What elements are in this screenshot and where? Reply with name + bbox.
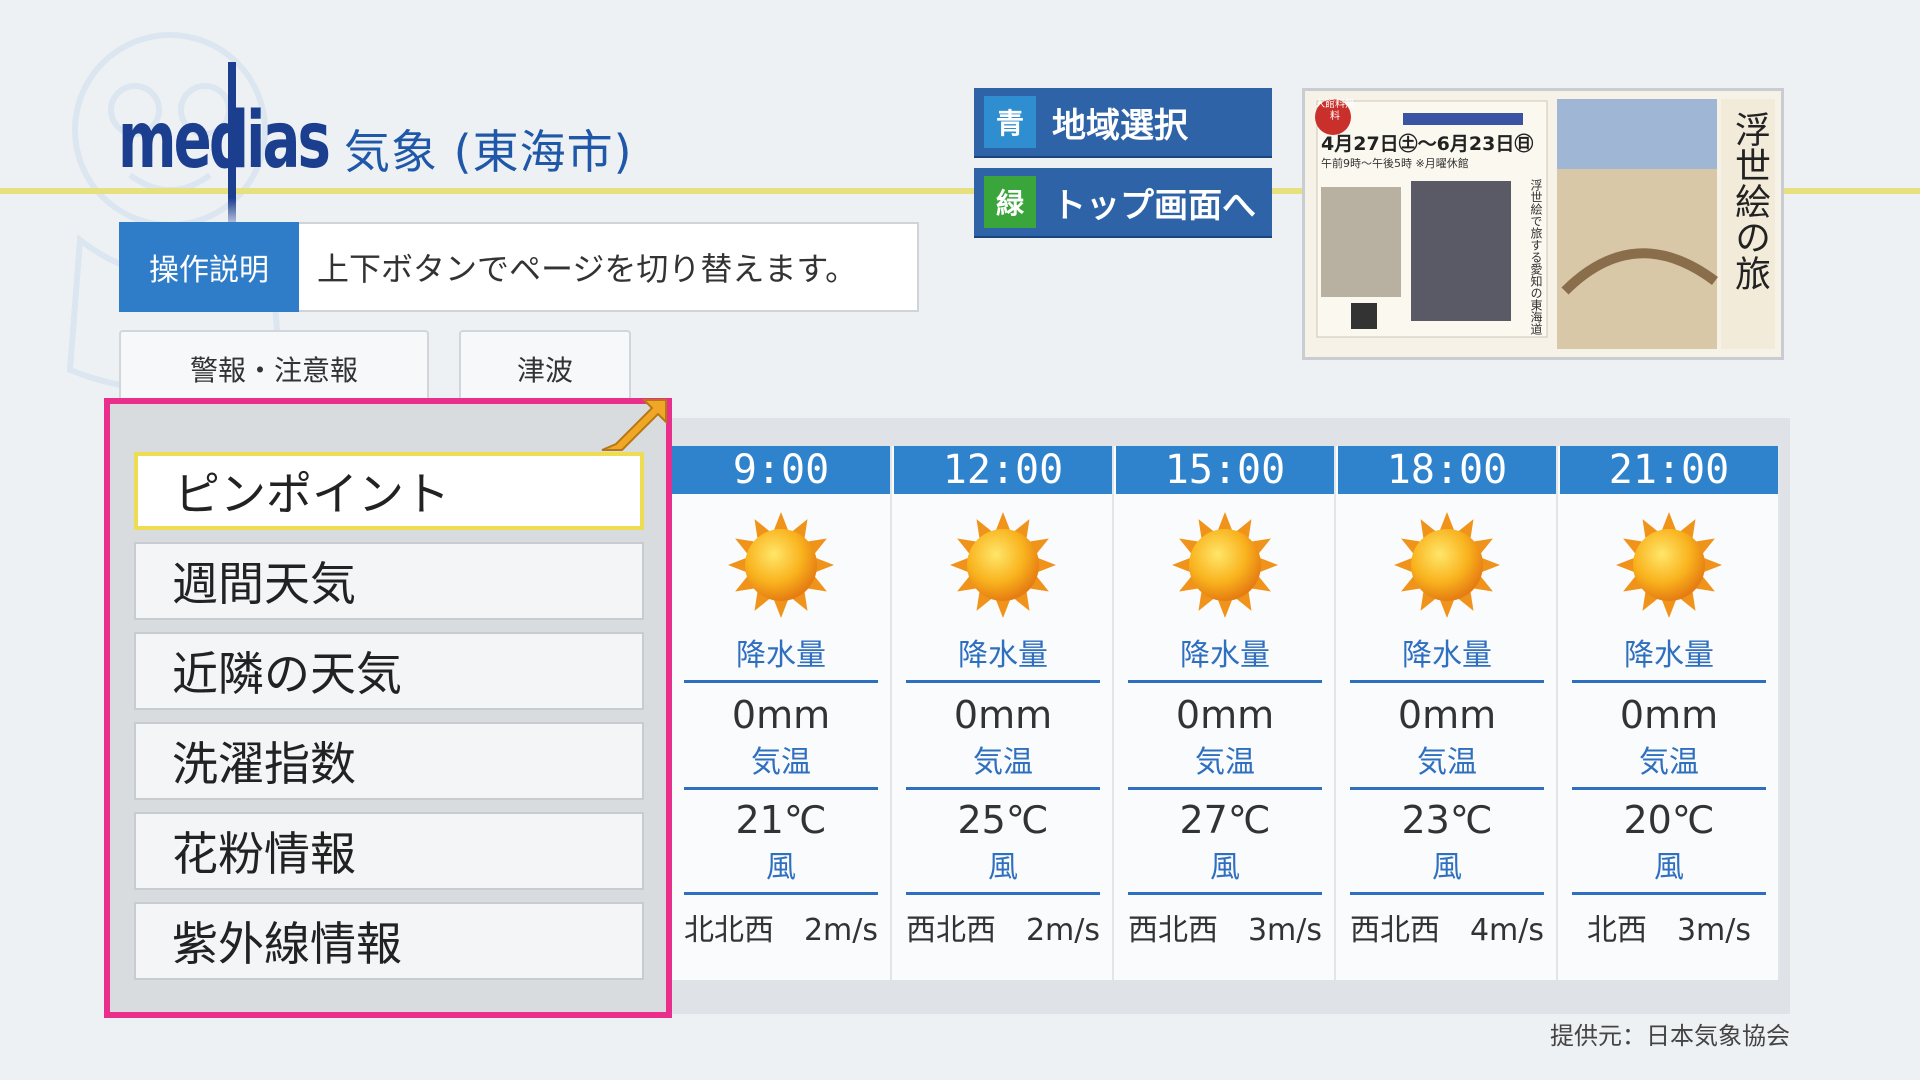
precip-label: 降水量 [1180, 638, 1270, 673]
divider [1350, 680, 1544, 683]
divider [1128, 680, 1322, 683]
ad-hours: 午前9時～午後5時 ※月曜休館 [1321, 157, 1469, 170]
temp-value: 27℃ [1179, 798, 1271, 842]
region-select-label: 地域選択 [1052, 105, 1188, 146]
precip-label: 降水量 [1402, 638, 1492, 673]
temp-value: 25℃ [957, 798, 1049, 842]
menu-item-laundry[interactable]: 洗濯指数 [134, 722, 644, 800]
forecast-time: 15:00 [1116, 446, 1334, 494]
wind-value: 北西 3m/s [1586, 913, 1752, 948]
page-title: 気象 (東海市) [344, 125, 633, 179]
forecast-column: 18:00 降水量 0mm 気温 23℃ 風西北西 4m/s [1338, 446, 1558, 980]
precip-value: 0mm [1175, 693, 1275, 737]
tab-warnings[interactable]: 警報・注意報 [119, 330, 429, 406]
forecast-time: 9:00 [672, 446, 890, 494]
precip-label: 降水量 [1624, 638, 1714, 673]
divider [1128, 787, 1322, 790]
forecast-time: 18:00 [1338, 446, 1556, 494]
divider [1572, 787, 1766, 790]
green-key-chip: 緑 [984, 176, 1036, 228]
sunny-icon [1172, 512, 1278, 618]
wind-value: 北北西 2m/s [683, 913, 879, 948]
forecast-column: 9:00 降水量 0mm 気温 21℃ 風北北西 2m/s [672, 446, 892, 980]
credit-text: 提供元：日本気象協会 [1550, 1022, 1790, 1050]
divider [906, 787, 1100, 790]
tab-bar: 警報・注意報 津波 [119, 330, 631, 406]
wind-label: 風 [1210, 850, 1240, 885]
divider [684, 892, 878, 895]
wind-label: 風 [988, 850, 1018, 885]
temp-label: 気温 [751, 745, 811, 780]
divider [684, 787, 878, 790]
divider [1128, 892, 1322, 895]
precip-label: 降水量 [958, 638, 1048, 673]
forecast-time: 21:00 [1560, 446, 1778, 494]
sunny-icon [1394, 512, 1500, 618]
howto-bar: 操作説明 上下ボタンでページを切り替えます。 [119, 222, 919, 312]
forecast-column: 15:00 降水量 0mm 気温 27℃ 風西北西 3m/s [1116, 446, 1336, 980]
menu-item-pollen[interactable]: 花粉情報 [134, 812, 644, 890]
precip-value: 0mm [953, 693, 1053, 737]
divider [906, 892, 1100, 895]
ad-banner[interactable]: 入館料無料 4月27日㊏～6月23日㊐ 午前9時～午後5時 ※月曜休館 浮世絵の… [1302, 88, 1784, 360]
menu-item-nearby[interactable]: 近隣の天気 [134, 632, 644, 710]
logo-text: medias [118, 96, 331, 186]
ad-subtitle: 浮世絵で旅する愛知の東海道 [1529, 179, 1543, 335]
tab-tsunami[interactable]: 津波 [459, 330, 631, 406]
divider [1572, 680, 1766, 683]
pointer-arrow-icon [601, 399, 667, 451]
temp-label: 気温 [1639, 745, 1699, 780]
medias-logo: medias [118, 62, 331, 232]
divider [1350, 892, 1544, 895]
menu-item-pinpoint[interactable]: ピンポイント [134, 452, 644, 530]
menu-item-weekly[interactable]: 週間天気 [134, 542, 644, 620]
wind-label: 風 [1654, 850, 1684, 885]
forecast-column: 12:00 降水量 0mm 気温 25℃ 風西北西 2m/s [894, 446, 1114, 980]
forecast-table: 9:00 降水量 0mm 気温 21℃ 風北北西 2m/s 12:00 降水量 0mm 気温 25℃… [672, 446, 1780, 980]
divider [684, 680, 878, 683]
divider [1572, 892, 1766, 895]
wind-value: 西北西 3m/s [1127, 913, 1323, 948]
ad-dates: 4月27日㊏～6月23日㊐ [1321, 133, 1534, 155]
wind-value: 西北西 2m/s [905, 913, 1101, 948]
sunny-icon [950, 512, 1056, 618]
sunny-icon [1616, 512, 1722, 618]
divider [1350, 787, 1544, 790]
wind-label: 風 [1432, 850, 1462, 885]
precip-value: 0mm [1619, 693, 1719, 737]
weather-menu: ピンポイント 週間天気 近隣の天気 洗濯指数 花粉情報 紫外線情報 [104, 398, 672, 1018]
region-select-button[interactable]: 青 地域選択 [974, 88, 1272, 156]
divider [906, 680, 1100, 683]
wind-value: 西北西 4m/s [1349, 913, 1545, 948]
ad-title: 浮世絵の旅 [1729, 111, 1770, 291]
howto-label: 操作説明 [119, 222, 299, 312]
temp-value: 21℃ [735, 798, 827, 842]
temp-value: 20℃ [1623, 798, 1715, 842]
top-screen-label: トップ画面へ [1052, 185, 1256, 226]
precip-value: 0mm [731, 693, 831, 737]
top-screen-button[interactable]: 緑 トップ画面へ [974, 168, 1272, 236]
temp-value: 23℃ [1401, 798, 1493, 842]
forecast-column: 21:00 降水量 0mm 気温 20℃ 風北西 3m/s [1560, 446, 1780, 980]
blue-key-chip: 青 [984, 96, 1036, 148]
sunny-icon [728, 512, 834, 618]
temp-label: 気温 [973, 745, 1033, 780]
precip-value: 0mm [1397, 693, 1497, 737]
temp-label: 気温 [1417, 745, 1477, 780]
menu-item-uv[interactable]: 紫外線情報 [134, 902, 644, 980]
forecast-time: 12:00 [894, 446, 1112, 494]
howto-text: 上下ボタンでページを切り替えます。 [299, 222, 919, 312]
ad-badge: 入館料無料 [1315, 99, 1355, 122]
wind-label: 風 [766, 850, 796, 885]
temp-label: 気温 [1195, 745, 1255, 780]
precip-label: 降水量 [736, 638, 826, 673]
